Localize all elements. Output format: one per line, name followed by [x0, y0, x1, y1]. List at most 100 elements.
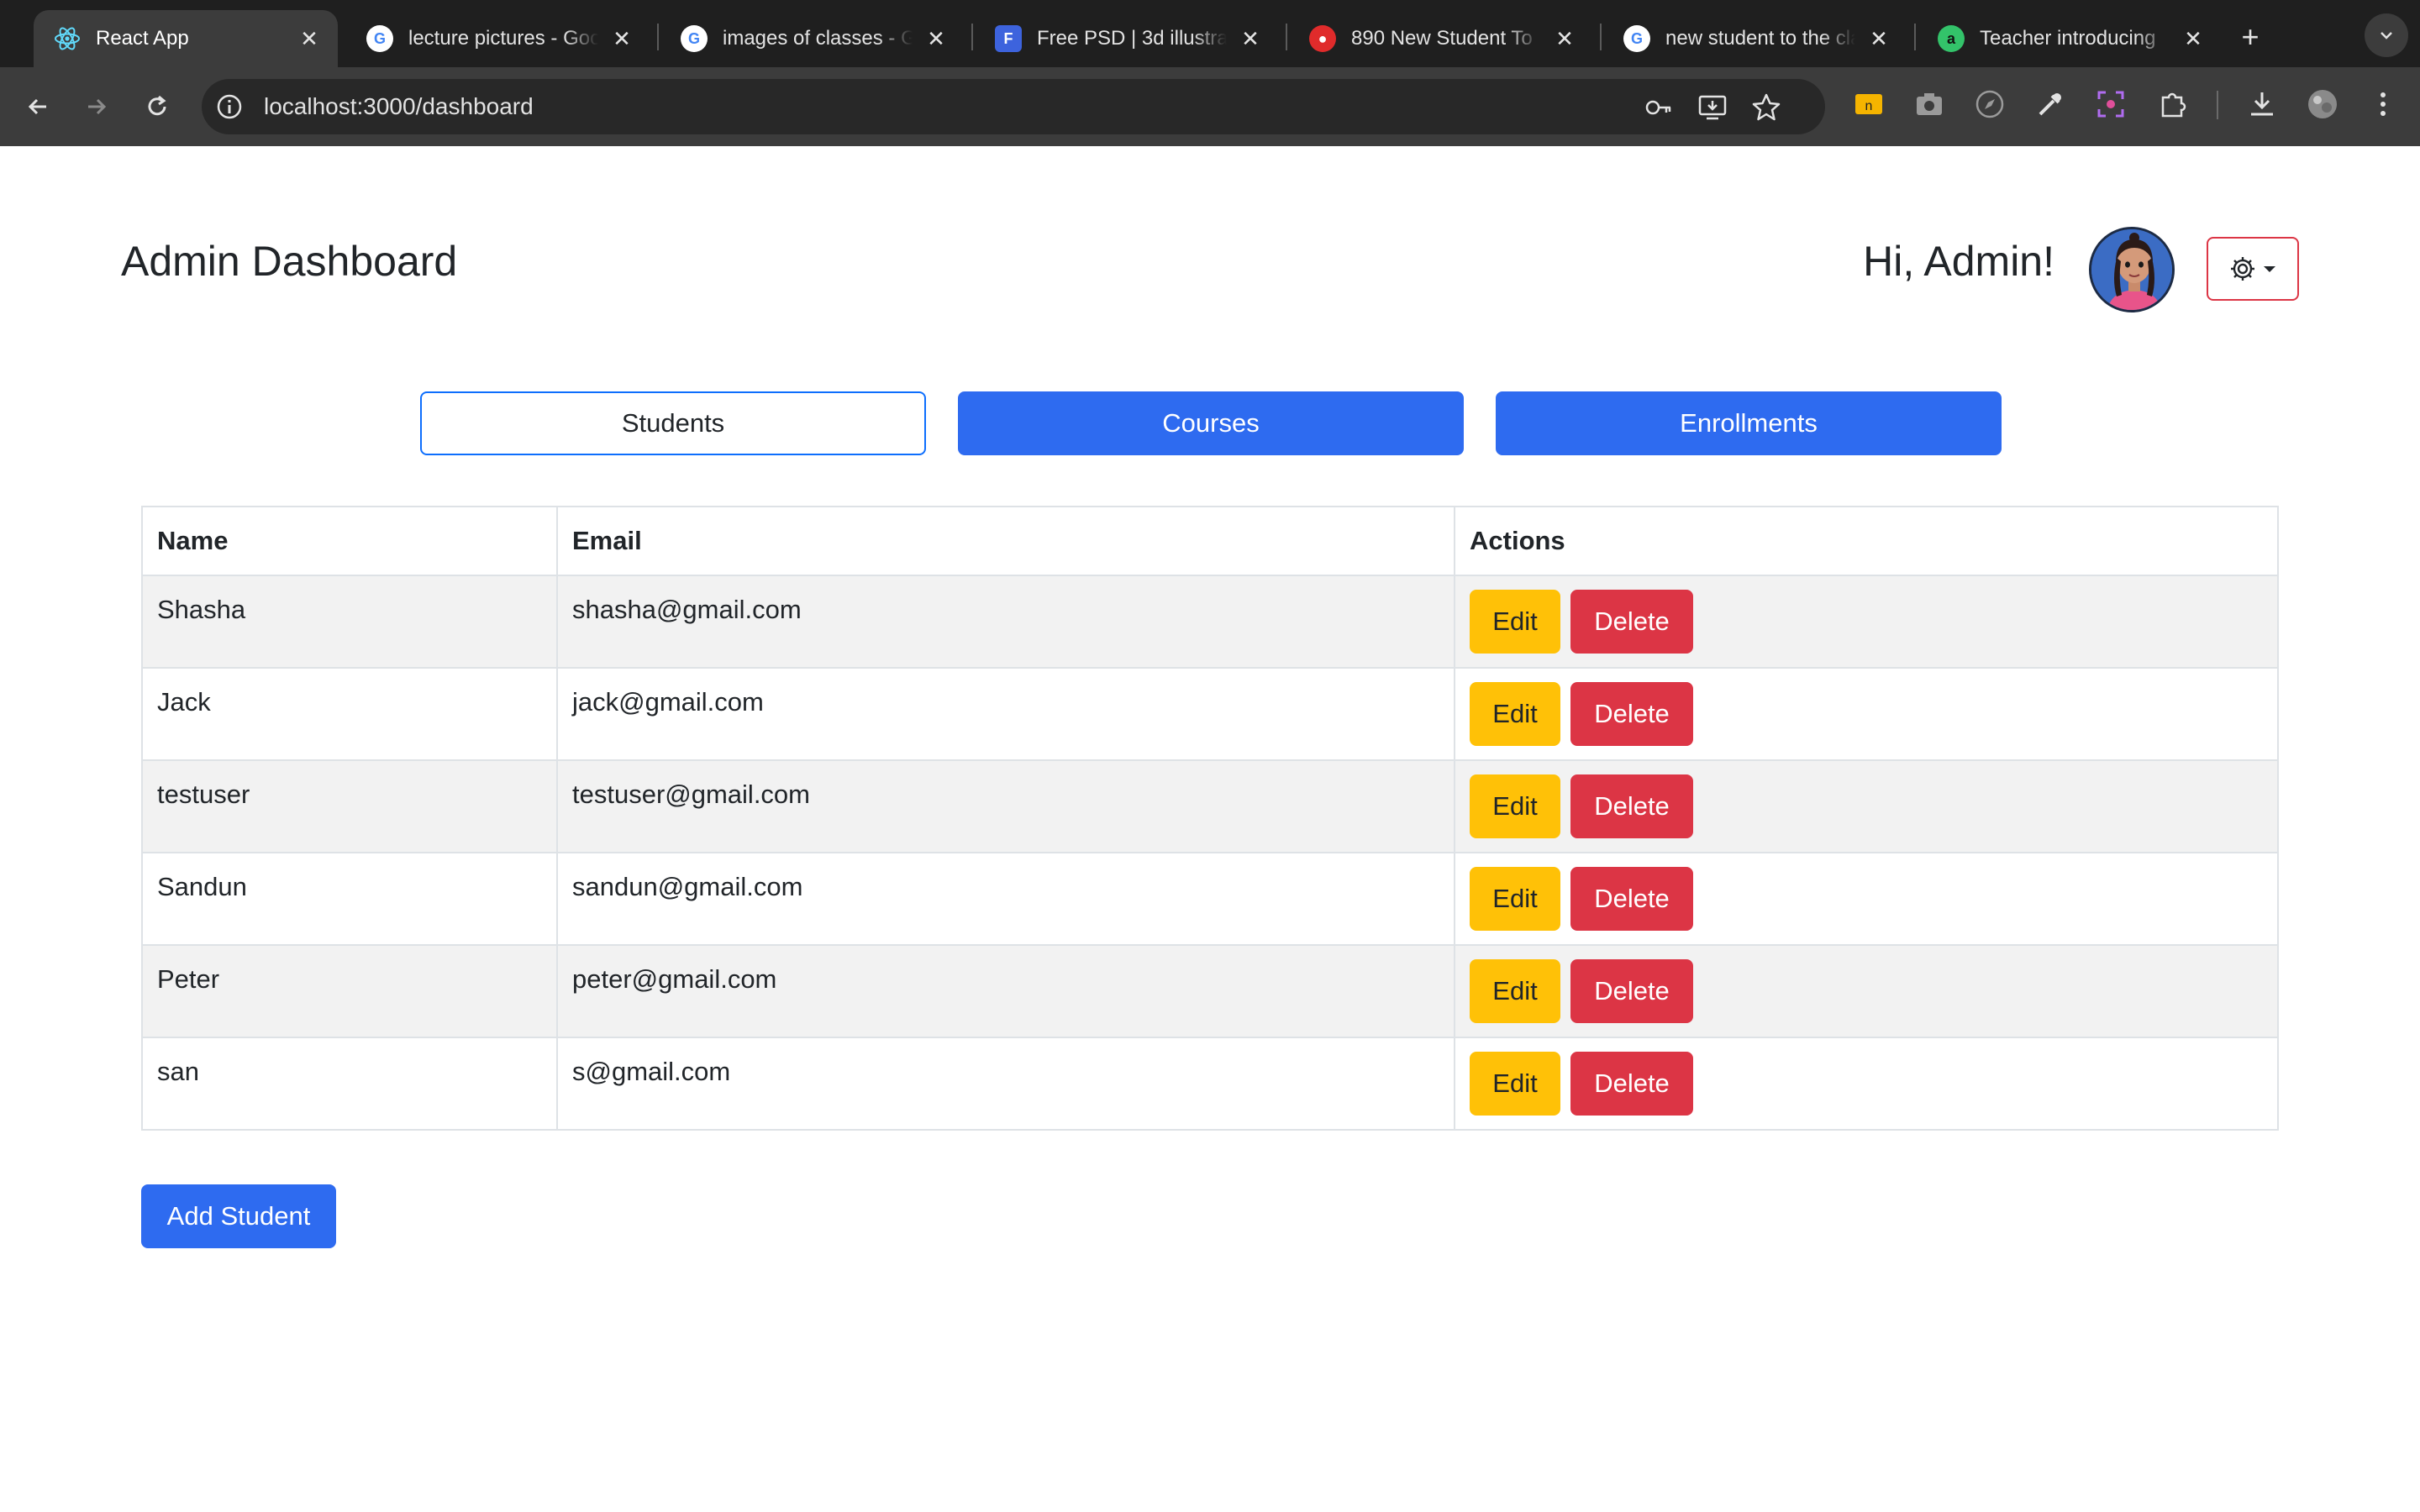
tab-title: new student to the class [1665, 27, 1855, 50]
table-row: Jack jack@gmail.com Edit Delete [141, 667, 2279, 761]
student-name: testuser [141, 759, 558, 853]
tab-search-chevron-down-icon[interactable] [2365, 13, 2408, 57]
greeting-text: Hi, Admin! [1863, 238, 2054, 285]
column-header-actions: Actions [1454, 506, 2279, 576]
student-name: Jack [141, 667, 558, 761]
password-key-icon[interactable] [1644, 92, 1674, 123]
close-icon[interactable]: ✕ [1235, 24, 1265, 54]
url-text[interactable]: localhost:3000/dashboard [264, 79, 534, 134]
kebab-menu-icon[interactable] [2366, 87, 2400, 121]
dashboard-page: Admin Dashboard Hi, Admin! Students Cour… [0, 146, 2420, 1512]
browser-tab-strip: React App ✕ G lecture pictures - Google … [0, 0, 2420, 67]
tab-students[interactable]: Students [420, 391, 926, 455]
install-app-icon[interactable] [1697, 92, 1728, 123]
admin-avatar-image [2091, 229, 2172, 310]
student-email: testuser@gmail.com [556, 759, 1455, 853]
edit-button[interactable]: Edit [1470, 1052, 1560, 1116]
tab-title: React App [96, 27, 189, 50]
tab-courses[interactable]: Courses [958, 391, 1464, 455]
student-name: Shasha [141, 575, 558, 669]
eyedropper-icon[interactable] [2033, 87, 2067, 121]
tab-title: 890 New Student To [1351, 27, 1533, 50]
table-row: Sandun sandun@gmail.com Edit Delete [141, 852, 2279, 946]
close-icon[interactable]: ✕ [921, 24, 951, 54]
edit-button[interactable]: Edit [1470, 590, 1560, 654]
react-icon [54, 25, 81, 52]
table-row: Peter peter@gmail.com Edit Delete [141, 944, 2279, 1038]
browser-toolbar: localhost:3000/dashboard n [0, 67, 2420, 146]
column-header-email: Email [556, 506, 1455, 576]
student-email: sandun@gmail.com [556, 852, 1455, 946]
tab-title: lecture pictures - Google Search [408, 27, 598, 50]
student-email: jack@gmail.com [556, 667, 1455, 761]
reload-icon[interactable] [136, 86, 178, 128]
new-tab-plus-icon[interactable]: + [2228, 15, 2272, 59]
edit-button[interactable]: Edit [1470, 959, 1560, 1023]
close-icon[interactable]: ✕ [1549, 24, 1580, 54]
delete-button[interactable]: Delete [1570, 682, 1693, 746]
page-title: Admin Dashboard [121, 238, 458, 285]
row-actions: Edit Delete [1454, 944, 2279, 1038]
student-email: peter@gmail.com [556, 944, 1455, 1038]
add-student-button[interactable]: Add Student [141, 1184, 336, 1248]
address-bar[interactable]: localhost:3000/dashboard [202, 79, 1825, 134]
settings-dropdown-button[interactable] [2207, 237, 2299, 301]
google-icon: G [366, 25, 393, 52]
edit-button[interactable]: Edit [1470, 774, 1560, 838]
close-icon[interactable]: ✕ [2178, 24, 2208, 54]
browser-tab-free-psd[interactable]: F Free PSD | 3d illustration ✕ [975, 10, 1279, 67]
profile-avatar-icon[interactable] [2306, 87, 2339, 121]
students-table: Name Email Actions Shasha shasha@gmail.c… [141, 506, 2279, 1131]
screenshot-extension-icon[interactable] [2094, 87, 2128, 121]
row-actions: Edit Delete [1454, 1037, 2279, 1131]
toolbar-divider [2217, 91, 2218, 119]
close-icon[interactable]: ✕ [294, 24, 324, 54]
camera-icon[interactable] [1912, 87, 1946, 121]
back-arrow-icon[interactable] [17, 86, 59, 128]
delete-button[interactable]: Delete [1570, 774, 1693, 838]
edit-button[interactable]: Edit [1470, 867, 1560, 931]
download-icon[interactable] [2245, 87, 2279, 121]
tab-title: Free PSD | 3d illustration [1037, 27, 1227, 50]
browser-tab-lecture-pictures[interactable]: G lecture pictures - Google Search ✕ [346, 10, 650, 67]
table-row: san s@gmail.com Edit Delete [141, 1037, 2279, 1131]
delete-button[interactable]: Delete [1570, 959, 1693, 1023]
tab-divider [1600, 24, 1602, 50]
close-icon[interactable]: ✕ [1864, 24, 1894, 54]
row-actions: Edit Delete [1454, 575, 2279, 669]
browser-tab-new-student-to[interactable]: ● 890 New Student To ✕ [1289, 10, 1593, 67]
table-header-row: Name Email Actions [141, 506, 2279, 576]
google-icon: G [1623, 25, 1650, 52]
delete-button[interactable]: Delete [1570, 590, 1693, 654]
svg-text:n: n [1865, 99, 1873, 113]
site-info-icon[interactable] [215, 92, 244, 121]
vecteezy-icon: a [1938, 25, 1965, 52]
tab-title: images of classes - Google Search [723, 27, 913, 50]
browser-tab-teacher-introducing[interactable]: a Teacher introducing ✕ [1918, 10, 2222, 67]
row-actions: Edit Delete [1454, 852, 2279, 946]
column-header-name: Name [141, 506, 558, 576]
tab-divider [971, 24, 973, 50]
bookmark-star-icon[interactable] [1751, 92, 1781, 123]
compass-icon[interactable] [1973, 87, 2007, 121]
browser-tab-react-app[interactable]: React App ✕ [34, 10, 338, 67]
google-icon: G [681, 25, 708, 52]
extensions-puzzle-icon[interactable] [2156, 87, 2190, 121]
row-actions: Edit Delete [1454, 759, 2279, 853]
edit-button[interactable]: Edit [1470, 682, 1560, 746]
extension-icon[interactable]: n [1852, 87, 1886, 121]
browser-tab-new-student-class[interactable]: G new student to the class ✕ [1603, 10, 1907, 67]
delete-button[interactable]: Delete [1570, 867, 1693, 931]
forward-arrow-icon[interactable] [76, 86, 118, 128]
tab-title: Teacher introducing [1980, 27, 2156, 50]
close-icon[interactable]: ✕ [607, 24, 637, 54]
table-row: Shasha shasha@gmail.com Edit Delete [141, 575, 2279, 669]
avatar[interactable] [2089, 227, 2175, 312]
row-actions: Edit Delete [1454, 667, 2279, 761]
browser-tab-images-of-classes[interactable]: G images of classes - Google Search ✕ [660, 10, 965, 67]
tab-divider [1914, 24, 1916, 50]
student-name: san [141, 1037, 558, 1131]
delete-button[interactable]: Delete [1570, 1052, 1693, 1116]
gear-icon [2231, 257, 2254, 281]
tab-enrollments[interactable]: Enrollments [1496, 391, 2002, 455]
